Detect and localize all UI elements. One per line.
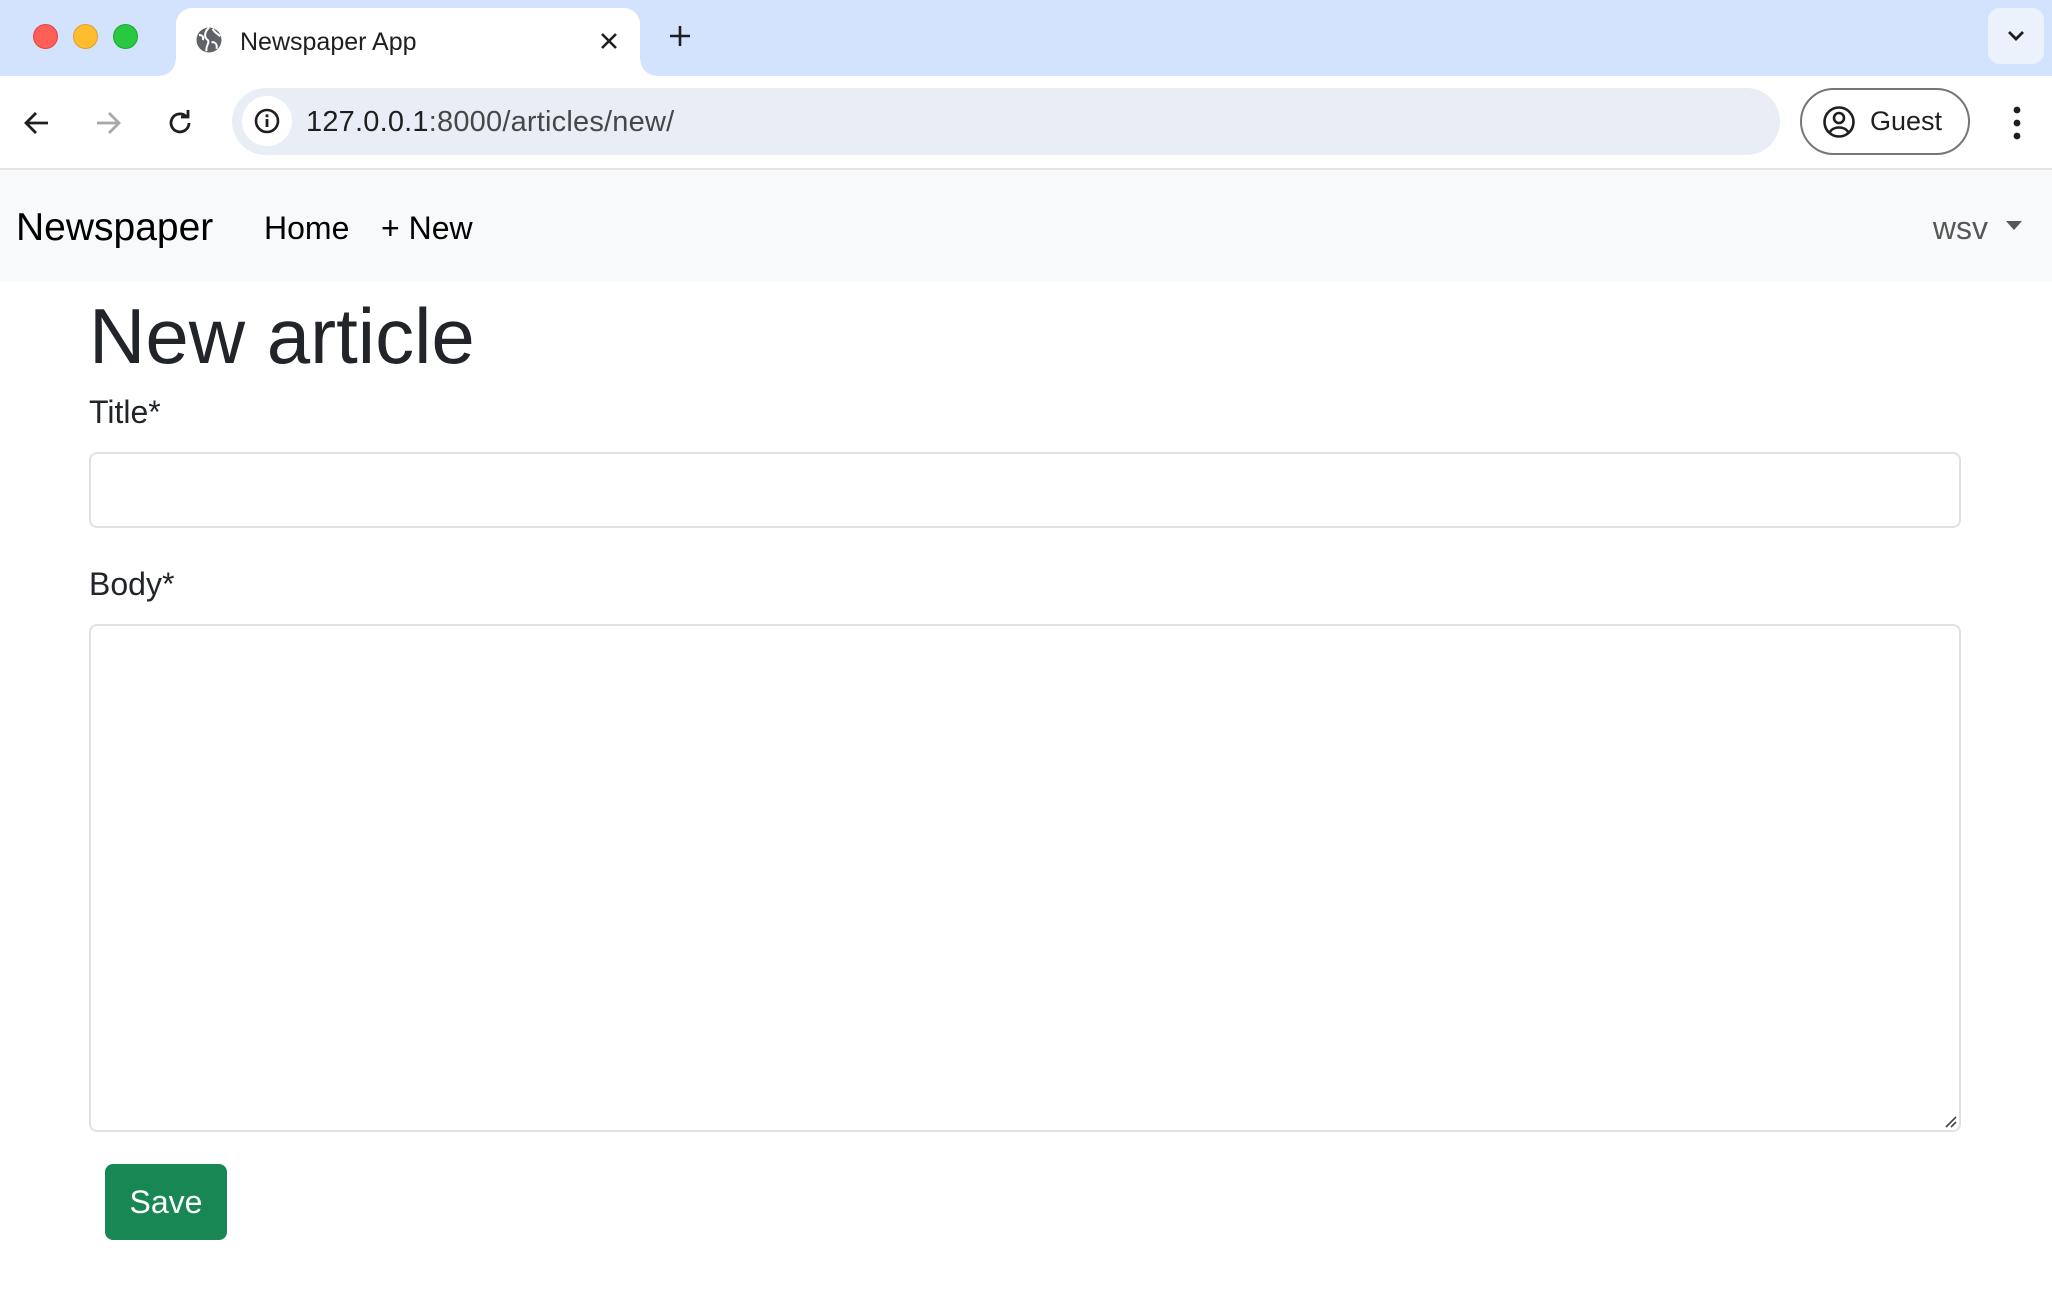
close-window-button[interactable] <box>33 24 58 49</box>
site-info-icon[interactable] <box>242 96 292 146</box>
url-host: 127.0.0.1 <box>306 106 429 138</box>
new-tab-button[interactable] <box>664 20 696 52</box>
forward-button[interactable] <box>83 98 133 148</box>
address-bar[interactable]: 127.0.0.1:8000/articles/new/ <box>232 88 1780 155</box>
chevron-down-icon <box>2008 31 2024 41</box>
browser-tabstrip: Newspaper App <box>0 0 2052 76</box>
reload-icon <box>169 110 191 134</box>
body-label: Body* <box>89 566 175 602</box>
save-button[interactable]: Save <box>105 1164 227 1240</box>
site-navbar: Newspaper Home + New wsv <box>0 170 2052 282</box>
more-vertical-icon <box>2013 106 2021 140</box>
body-textarea[interactable] <box>89 624 1961 1132</box>
web-page: Newspaper Home + New wsv New article Tit… <box>0 170 2052 1316</box>
back-button[interactable] <box>12 98 62 148</box>
arrow-left-icon <box>24 112 48 134</box>
brand-link[interactable]: Newspaper <box>16 206 213 250</box>
account-circle-icon <box>1823 105 1855 138</box>
tab-close-icon[interactable] <box>594 26 624 56</box>
nav-link-new[interactable]: + New <box>381 210 473 247</box>
minimize-window-button[interactable] <box>73 24 98 49</box>
browser-tab[interactable]: Newspaper App <box>160 8 656 76</box>
caret-down-icon <box>2006 221 2022 230</box>
page-title: New article <box>89 292 475 380</box>
maximize-window-button[interactable] <box>113 24 138 49</box>
globe-icon <box>196 26 222 53</box>
browser-menu-button[interactable] <box>1992 98 2042 148</box>
title-input[interactable] <box>89 452 1961 528</box>
reload-button[interactable] <box>155 98 205 148</box>
resize-handle-icon[interactable] <box>1941 1112 1957 1128</box>
username: wsv <box>1932 210 1988 246</box>
url-path: :8000/articles/new/ <box>428 106 675 138</box>
url-text: 127.0.0.1:8000/articles/new/ <box>306 106 674 139</box>
arrow-right-icon <box>97 112 121 134</box>
tab-title: Newspaper App <box>240 28 417 56</box>
nav-link-home[interactable]: Home <box>264 210 349 247</box>
tab-search-button[interactable] <box>1988 8 2044 64</box>
user-dropdown[interactable]: wsv <box>1933 210 2022 247</box>
title-label: Title* <box>89 394 161 430</box>
profile-button[interactable]: Guest <box>1800 88 1970 155</box>
browser-toolbar: 127.0.0.1:8000/articles/new/ Guest <box>0 76 2052 170</box>
profile-label: Guest <box>1870 106 1943 136</box>
